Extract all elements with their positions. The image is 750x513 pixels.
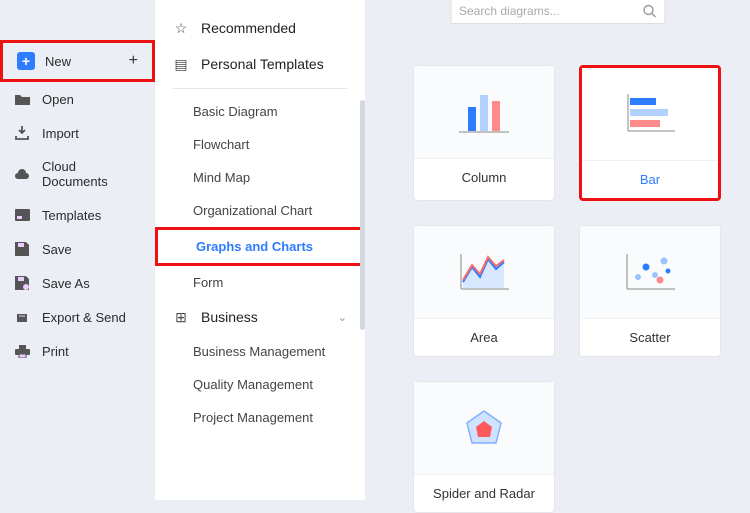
chevron-down-icon: ⌄ <box>338 311 347 324</box>
form-item[interactable]: Form <box>155 266 365 299</box>
spider-label: Spider and Radar <box>414 474 554 512</box>
flowchart-item[interactable]: Flowchart <box>155 128 365 161</box>
cloud-icon <box>14 166 30 182</box>
basic-diagram-item[interactable]: Basic Diagram <box>155 95 365 128</box>
category-panel: ☆ Recommended ▤ Personal Templates Basic D… <box>155 0 365 500</box>
business-icon: ⊞ <box>173 309 189 325</box>
area-template[interactable]: Area <box>413 225 555 357</box>
column-template[interactable]: Column <box>413 65 555 201</box>
scatter-label: Scatter <box>580 318 720 356</box>
column-chart-icon <box>454 87 514 137</box>
business-header[interactable]: ⊞ Business ⌄ <box>155 299 365 335</box>
export-icon <box>14 309 30 325</box>
templates-label: Templates <box>42 208 101 223</box>
import-button[interactable]: Import <box>0 116 155 150</box>
print-label: Print <box>42 344 69 359</box>
export-label: Export & Send <box>42 310 126 325</box>
cloud-button[interactable]: Cloud Documents <box>0 150 155 198</box>
templates-button[interactable]: Templates <box>0 198 155 232</box>
print-icon <box>14 343 30 359</box>
new-label: New <box>45 54 71 69</box>
bar-label: Bar <box>582 160 718 198</box>
graphs-charts-item[interactable]: Graphs and Charts <box>155 227 365 266</box>
personal-header[interactable]: ▤ Personal Templates <box>155 46 365 82</box>
scatter-chart-icon <box>620 247 680 297</box>
scatter-template[interactable]: Scatter <box>579 225 721 357</box>
search-input[interactable]: Search diagrams... <box>450 0 665 24</box>
quality-mgmt-item[interactable]: Quality Management <box>155 368 365 401</box>
business-label: Business <box>201 309 258 325</box>
mindmap-item[interactable]: Mind Map <box>155 161 365 194</box>
template-gallery: Search diagrams... Column Bar Area Scatt… <box>365 0 750 500</box>
spider-template[interactable]: Spider and Radar <box>413 381 555 513</box>
save-button[interactable]: Save <box>0 232 155 266</box>
export-button[interactable]: Export & Send <box>0 300 155 334</box>
bar-template[interactable]: Bar <box>579 65 721 201</box>
saveas-label: Save As <box>42 276 90 291</box>
save-icon <box>14 241 30 257</box>
save-label: Save <box>42 242 72 257</box>
spider-chart-icon <box>454 403 514 453</box>
personal-label: Personal Templates <box>201 56 324 72</box>
file-sidebar: + New + Open Import Cloud Documents Templ… <box>0 0 155 500</box>
add-icon: + <box>129 52 138 70</box>
plus-icon: + <box>17 52 35 70</box>
search-placeholder: Search diagrams... <box>459 4 560 18</box>
open-button[interactable]: Open <box>0 82 155 116</box>
business-mgmt-item[interactable]: Business Management <box>155 335 365 368</box>
import-label: Import <box>42 126 79 141</box>
org-chart-item[interactable]: Organizational Chart <box>155 194 365 227</box>
search-icon <box>642 4 656 18</box>
template-icon: ▤ <box>173 56 189 72</box>
saveas-button[interactable]: Save As <box>0 266 155 300</box>
project-mgmt-item[interactable]: Project Management <box>155 401 365 434</box>
new-button[interactable]: + New + <box>0 40 155 82</box>
column-label: Column <box>414 158 554 196</box>
import-icon <box>14 125 30 141</box>
cloud-label: Cloud Documents <box>42 159 141 189</box>
folder-icon <box>14 91 30 107</box>
recommended-label: Recommended <box>201 20 296 36</box>
area-chart-icon <box>454 247 514 297</box>
bar-chart-icon <box>620 89 680 139</box>
star-icon: ☆ <box>173 20 189 36</box>
templates-icon <box>14 207 30 223</box>
recommended-header[interactable]: ☆ Recommended <box>155 10 365 46</box>
area-label: Area <box>414 318 554 356</box>
print-button[interactable]: Print <box>0 334 155 368</box>
open-label: Open <box>42 92 74 107</box>
saveas-icon <box>14 275 30 291</box>
